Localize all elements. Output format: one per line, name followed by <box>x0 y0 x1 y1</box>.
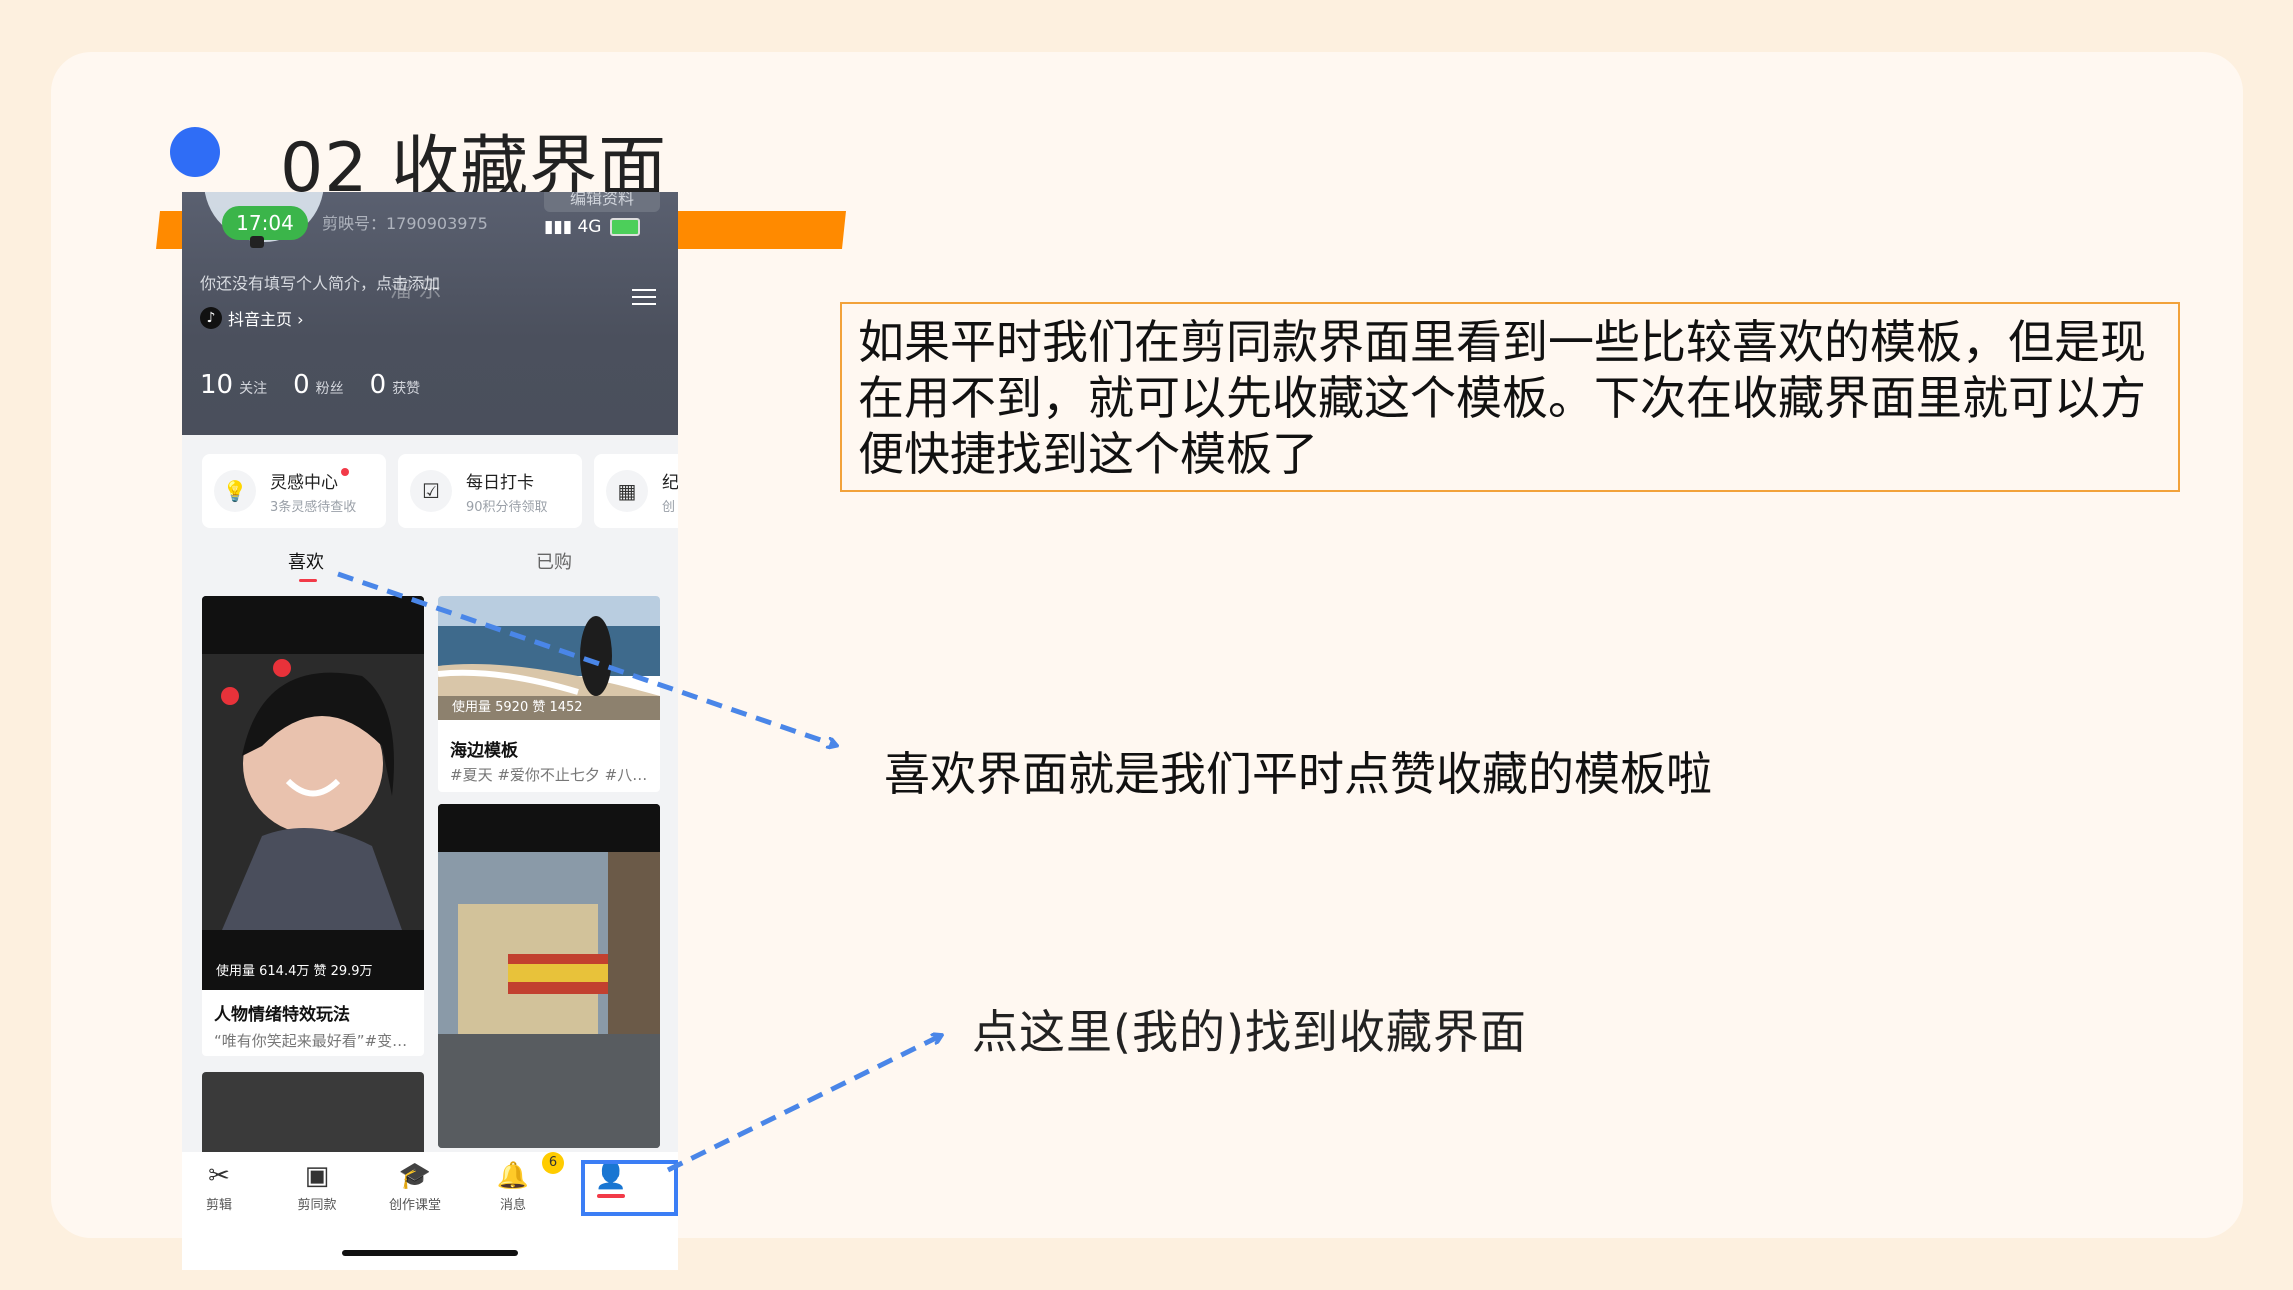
arrow-to-liked-note <box>337 571 835 745</box>
annotation-arrows <box>337 571 2293 1173</box>
arrow-to-profile-note <box>666 1036 940 1173</box>
